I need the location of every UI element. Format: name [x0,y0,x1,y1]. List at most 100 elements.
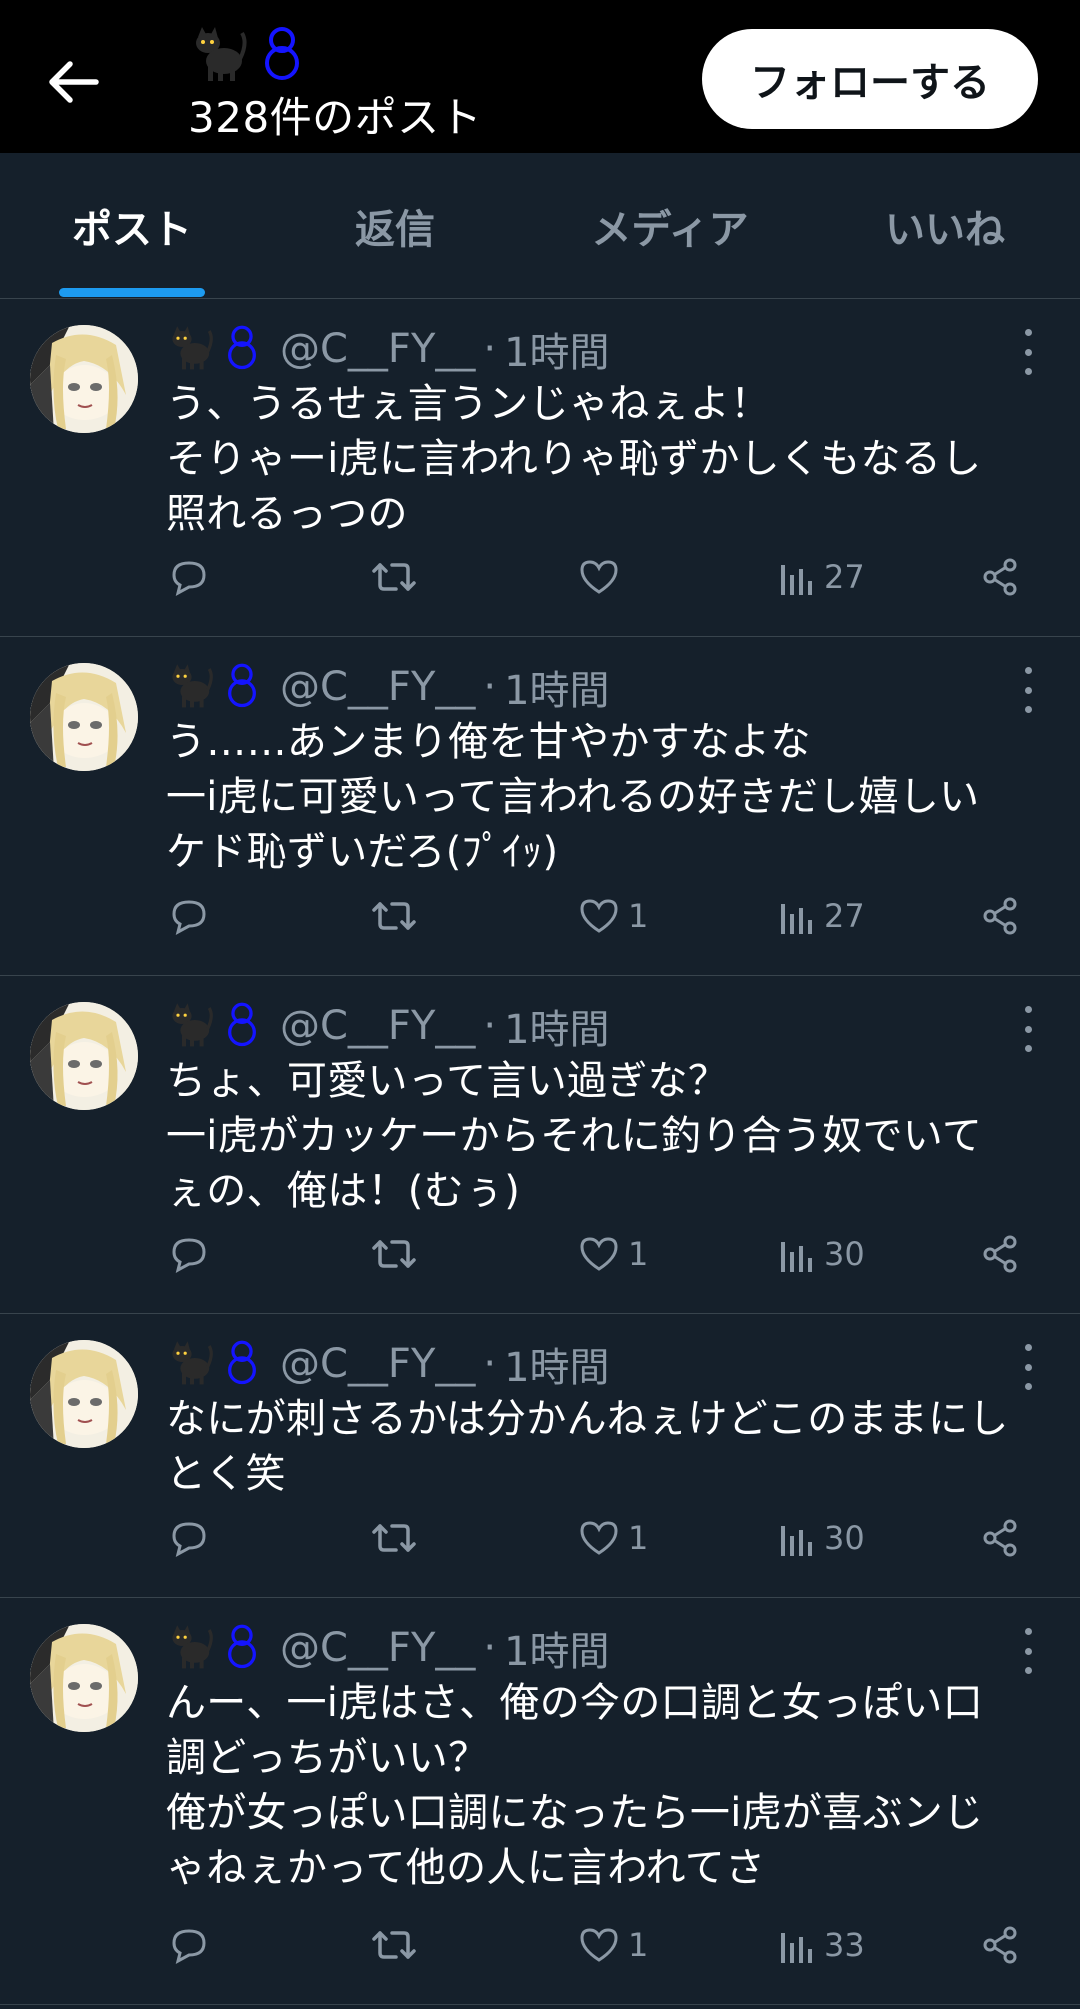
snowman-outline-icon [222,1623,262,1673]
share-button[interactable] [980,1915,1020,1975]
tab-replies[interactable]: 返信 [305,153,485,299]
like-button[interactable]: 1 [578,1915,648,1975]
heart-icon [578,1518,620,1558]
post-time[interactable]: 1時間 [504,658,609,716]
snowman-outline-icon [222,1001,262,1051]
post-meta: @C__FY__ · 1時間 [166,659,610,715]
like-button[interactable]: 1 [578,1224,648,1284]
share-button[interactable] [980,1224,1020,1284]
back-arrow-icon[interactable] [44,52,104,112]
views-chart-icon [778,557,816,597]
view-count: 27 [824,558,865,596]
tab-likes[interactable]: いいね [860,153,1030,299]
post-text: なにが刺さるかは分かんねぇけどこのままにし とく笑 [166,1396,1009,1497]
post-meta: @C__FY__ · 1時間 [166,998,610,1054]
heart-icon [578,1234,620,1274]
black-cat-icon [196,27,247,81]
post-handle[interactable]: @C__FY__ [280,1625,475,1671]
tab-posts[interactable]: ポスト [40,153,224,299]
reply-icon [168,1518,210,1558]
reply-button[interactable] [168,547,210,607]
heart-icon [578,896,620,936]
avatar[interactable] [30,1002,138,1110]
more-options-icon[interactable] [1016,667,1040,713]
post-time[interactable]: 1時間 [504,320,609,378]
reply-icon [168,557,210,597]
post-text: う……あンまり俺を甘やかすなよな 一i虎に可愛いって言われるの好きだし嬉しい ケ… [166,719,980,875]
snowman-outline-icon [265,27,299,80]
repost-icon [370,1925,418,1965]
reply-button[interactable] [168,1224,210,1284]
views-chart-icon [778,1518,816,1558]
post-handle[interactable]: @C__FY__ [280,326,475,372]
view-count: 27 [824,897,865,935]
post-time[interactable]: 1時間 [504,997,609,1055]
views-button[interactable]: 27 [778,886,865,946]
profile-tabs: ポスト 返信 メディア いいね [0,153,1080,299]
repost-icon [370,1234,418,1274]
profile-name-emojis [188,18,306,88]
more-options-icon[interactable] [1016,1344,1040,1390]
post-item[interactable]: @C__FY__ · 1時間 んー、一i虎はさ、俺の今の口調と女っぽい口 調どっ… [0,1598,1080,2005]
reply-button[interactable] [168,886,210,946]
post-handle[interactable]: @C__FY__ [280,1341,475,1387]
like-button[interactable]: 1 [578,886,648,946]
view-count: 30 [824,1519,865,1557]
share-icon [980,896,1020,936]
repost-icon [370,557,418,597]
top-bar: 328件のポスト フォローする [0,0,1080,153]
meta-separator: · [483,1625,497,1671]
post-actions: 27 [0,547,1080,607]
repost-button[interactable] [370,1508,418,1568]
share-button[interactable] [980,886,1020,946]
post-meta: @C__FY__ · 1時間 [166,1620,610,1676]
post-time[interactable]: 1時間 [504,1619,609,1677]
post-handle[interactable]: @C__FY__ [280,1003,475,1049]
repost-button[interactable] [370,547,418,607]
like-button[interactable] [578,547,628,607]
like-button[interactable]: 1 [578,1508,648,1568]
repost-button[interactable] [370,1915,418,1975]
repost-icon [370,896,418,936]
like-count: 1 [628,1235,649,1273]
share-button[interactable] [980,547,1020,607]
avatar[interactable] [30,1624,138,1732]
post-item[interactable]: @C__FY__ · 1時間 ちょ、可愛いって言い過ぎな？ 一i虎がカッケーから… [0,976,1080,1314]
follow-button[interactable]: フォローする [702,29,1038,129]
post-actions: 1 27 [0,886,1080,946]
avatar[interactable] [30,1340,138,1448]
post-meta: @C__FY__ · 1時間 [166,1336,610,1392]
post-meta: @C__FY__ · 1時間 [166,321,610,377]
repost-button[interactable] [370,886,418,946]
post-item[interactable]: @C__FY__ · 1時間 う……あンまり俺を甘やかすなよな 一i虎に可愛いっ… [0,637,1080,976]
post-handle[interactable]: @C__FY__ [280,664,475,710]
more-options-icon[interactable] [1016,329,1040,375]
more-options-icon[interactable] [1016,1628,1040,1674]
views-button[interactable]: 30 [778,1224,865,1284]
meta-separator: · [483,1003,497,1049]
snowman-outline-icon [222,662,262,712]
more-options-icon[interactable] [1016,1006,1040,1052]
reply-button[interactable] [168,1915,210,1975]
snowman-outline-icon [222,1339,262,1389]
black-cat-icon [166,323,214,375]
black-cat-icon [166,1622,214,1674]
avatar[interactable] [30,663,138,771]
post-item[interactable]: @C__FY__ · 1時間 なにが刺さるかは分かんねぇけどこのままにし とく笑… [0,1314,1080,1598]
tab-media[interactable]: メディア [560,153,780,299]
reply-button[interactable] [168,1508,210,1568]
views-button[interactable]: 30 [778,1508,865,1568]
post-time[interactable]: 1時間 [504,1335,609,1393]
like-count: 1 [628,1519,649,1557]
post-text: ちょ、可愛いって言い過ぎな？ 一i虎がカッケーからそれに釣り合う奴でいて ぇの、… [166,1058,983,1214]
share-icon [980,1234,1020,1274]
share-button[interactable] [980,1508,1020,1568]
share-icon [980,1925,1020,1965]
meta-separator: · [483,326,497,372]
views-chart-icon [778,1925,816,1965]
post-item[interactable]: @C__FY__ · 1時間 う、うるせぇ言うンじゃねぇよ！ そりゃーi虎に言わ… [0,299,1080,637]
views-button[interactable]: 27 [778,547,865,607]
views-button[interactable]: 33 [778,1915,865,1975]
avatar[interactable] [30,325,138,433]
repost-button[interactable] [370,1224,418,1284]
